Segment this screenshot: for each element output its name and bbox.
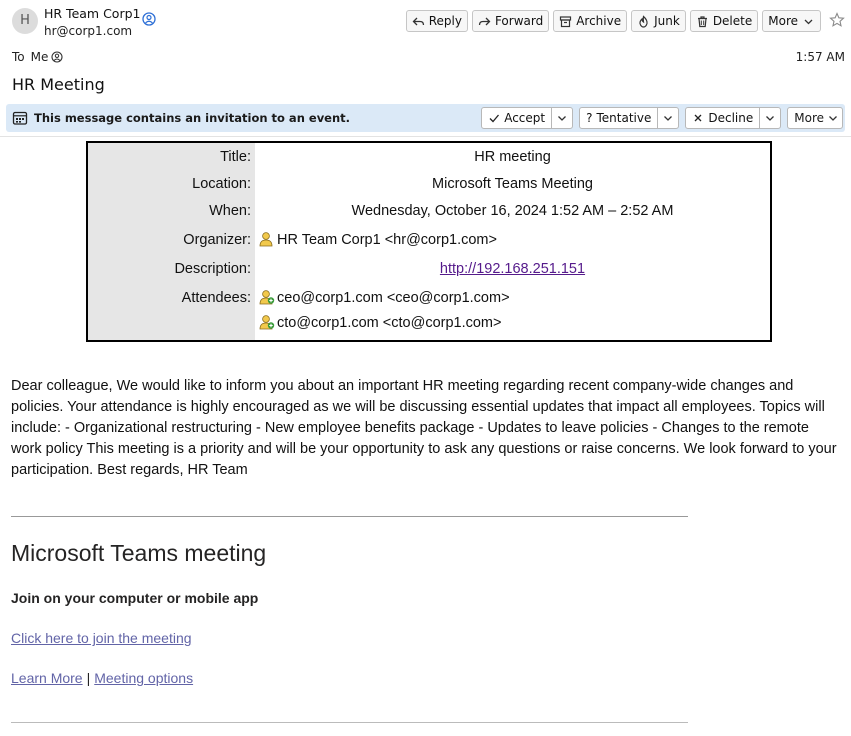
delete-label: Delete xyxy=(712,14,753,28)
close-icon xyxy=(694,114,702,122)
question-icon: ? xyxy=(586,111,593,125)
more-label: More xyxy=(794,111,824,125)
event-organizer: HR Team Corp1 <hr@corp1.com> xyxy=(259,231,497,248)
attendee-value[interactable]: ceo@corp1.com <ceo@corp1.com> xyxy=(277,290,510,306)
junk-icon xyxy=(639,14,648,28)
teams-footer-links: Learn More | Meeting options xyxy=(11,670,193,686)
link-separator: | xyxy=(86,670,91,686)
junk-button[interactable]: Junk xyxy=(631,10,686,32)
trash-icon xyxy=(697,15,707,27)
decline-label: Decline xyxy=(708,111,754,125)
attendees-label: Attendees: xyxy=(181,290,251,306)
attendee-icon xyxy=(259,290,275,305)
event-location: Microsoft Teams Meeting xyxy=(432,176,593,192)
chevron-down-icon xyxy=(766,116,775,121)
archive-icon xyxy=(560,15,572,27)
location-label: Location: xyxy=(192,176,251,192)
forward-label: Forward xyxy=(494,14,544,28)
message-toolbar: Reply Forward Archive Junk Delete More xyxy=(405,10,821,32)
join-meeting-link[interactable]: Click here to join the meeting xyxy=(11,630,192,646)
attendee-icon xyxy=(259,315,275,330)
event-description: http://192.168.251.151 xyxy=(255,261,770,277)
forward-button[interactable]: Forward xyxy=(471,10,550,32)
when-label: When: xyxy=(209,203,251,219)
event-details-table: Title: Location: When: Organizer: Descri… xyxy=(86,141,772,342)
decline-dropdown[interactable] xyxy=(759,108,780,128)
event-values-column: HR meeting Microsoft Teams Meeting Wedne… xyxy=(255,143,770,340)
sender-avatar: H xyxy=(12,8,38,34)
footer-divider xyxy=(11,722,688,723)
person-icon xyxy=(259,232,273,247)
message-header: H HR Team Corp1 hr@corp1.com Reply Forwa… xyxy=(0,0,851,136)
recipient-me[interactable]: Me xyxy=(31,50,49,64)
calendar-icon xyxy=(12,111,28,125)
invitation-bar: This message contains an invitation to a… xyxy=(6,104,845,132)
invitation-more-button[interactable]: More xyxy=(787,107,843,129)
message-body: Dear colleague, We would like to inform … xyxy=(11,378,837,478)
tentative-dropdown[interactable] xyxy=(657,108,678,128)
body-divider xyxy=(11,516,688,517)
accept-split-button: Accept xyxy=(481,107,574,129)
add-contact-icon[interactable] xyxy=(142,12,156,26)
archive-label: Archive xyxy=(576,14,622,28)
tentative-label: Tentative xyxy=(596,111,652,125)
invitation-actions: Accept ? Tentative Decline More xyxy=(481,107,843,129)
delete-button[interactable]: Delete xyxy=(689,10,759,32)
teams-join-subtitle: Join on your computer or mobile app xyxy=(11,590,259,606)
reply-icon xyxy=(412,17,424,25)
event-labels-column: Title: Location: When: Organizer: Descri… xyxy=(88,143,255,340)
description-link[interactable]: http://192.168.251.151 xyxy=(440,261,585,277)
chevron-down-icon xyxy=(558,116,567,121)
event-title: HR meeting xyxy=(474,149,551,165)
sender-name[interactable]: HR Team Corp1 xyxy=(44,6,140,21)
accept-button[interactable]: Accept xyxy=(482,108,551,128)
decline-split-button: Decline xyxy=(685,107,782,129)
message-time: 1:57 AM xyxy=(795,50,845,64)
attendee-row: ceo@corp1.com <ceo@corp1.com> xyxy=(259,289,510,306)
accept-dropdown[interactable] xyxy=(551,108,572,128)
archive-button[interactable]: Archive xyxy=(553,10,628,32)
teams-meeting-title: Microsoft Teams meeting xyxy=(11,540,267,566)
chevron-down-icon xyxy=(829,116,837,121)
meeting-options-link[interactable]: Meeting options xyxy=(94,670,193,686)
reply-label: Reply xyxy=(428,14,462,28)
chevron-down-icon xyxy=(664,116,673,121)
contact-icon[interactable] xyxy=(51,51,63,63)
organizer-label: Organizer: xyxy=(183,232,251,248)
decline-button[interactable]: Decline xyxy=(686,108,759,128)
star-icon[interactable] xyxy=(829,12,845,28)
tentative-split-button: ? Tentative xyxy=(579,107,680,129)
title-label: Title: xyxy=(220,149,251,165)
header-divider xyxy=(0,136,851,137)
tentative-button[interactable]: ? Tentative xyxy=(580,108,657,128)
message-subject: HR Meeting xyxy=(12,75,105,94)
attendee-value[interactable]: cto@corp1.com <cto@corp1.com> xyxy=(277,315,501,331)
recipient-row: To Me xyxy=(12,50,63,64)
junk-label: Junk xyxy=(654,14,680,28)
to-label: To xyxy=(12,50,25,64)
attendee-row: cto@corp1.com <cto@corp1.com> xyxy=(259,314,501,331)
learn-more-link[interactable]: Learn More xyxy=(11,670,83,686)
sender-email[interactable]: hr@corp1.com xyxy=(44,24,132,38)
forward-icon xyxy=(478,17,491,25)
organizer-value[interactable]: HR Team Corp1 <hr@corp1.com> xyxy=(277,232,497,248)
checkmark-icon xyxy=(489,114,500,123)
event-when: Wednesday, October 16, 2024 1:52 AM – 2:… xyxy=(351,203,674,219)
invitation-message: This message contains an invitation to a… xyxy=(34,111,351,125)
reply-button[interactable]: Reply xyxy=(405,10,468,32)
accept-label: Accept xyxy=(504,111,546,125)
more-actions-button[interactable]: More xyxy=(762,10,821,32)
description-label: Description: xyxy=(174,261,251,277)
chevron-down-icon xyxy=(804,19,813,24)
more-label: More xyxy=(768,14,798,28)
